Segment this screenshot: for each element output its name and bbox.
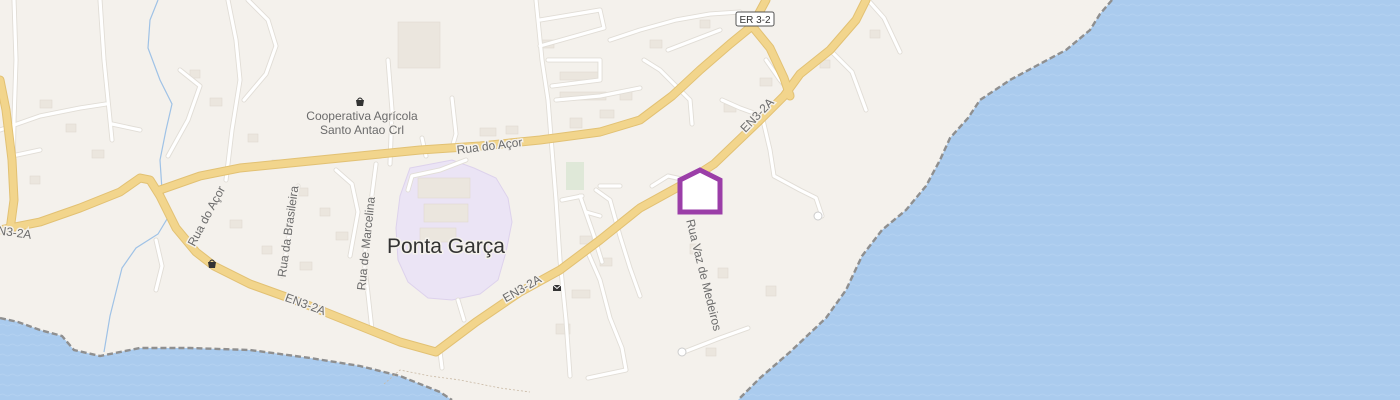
- route-shield-label: ER 3-2: [739, 15, 771, 26]
- green-field: [566, 162, 584, 190]
- map-view[interactable]: Rua do Açor Rua do Açor Rua da Brasileir…: [0, 0, 1400, 400]
- building: [417, 177, 471, 199]
- poi-label-line1: Cooperativa Agrícola: [306, 109, 418, 123]
- place-label-town: Ponta Garça: [387, 235, 505, 258]
- post-office-icon[interactable]: [552, 284, 562, 291]
- poi-label-line2: Santo Antao Crl: [320, 123, 404, 137]
- building: [423, 203, 469, 223]
- map-canvas[interactable]: Rua do Açor Rua do Açor Rua da Brasileir…: [0, 0, 1400, 400]
- building: [397, 21, 441, 69]
- home-marker-icon[interactable]: [677, 167, 723, 215]
- route-shield: ER 3-2: [735, 11, 775, 27]
